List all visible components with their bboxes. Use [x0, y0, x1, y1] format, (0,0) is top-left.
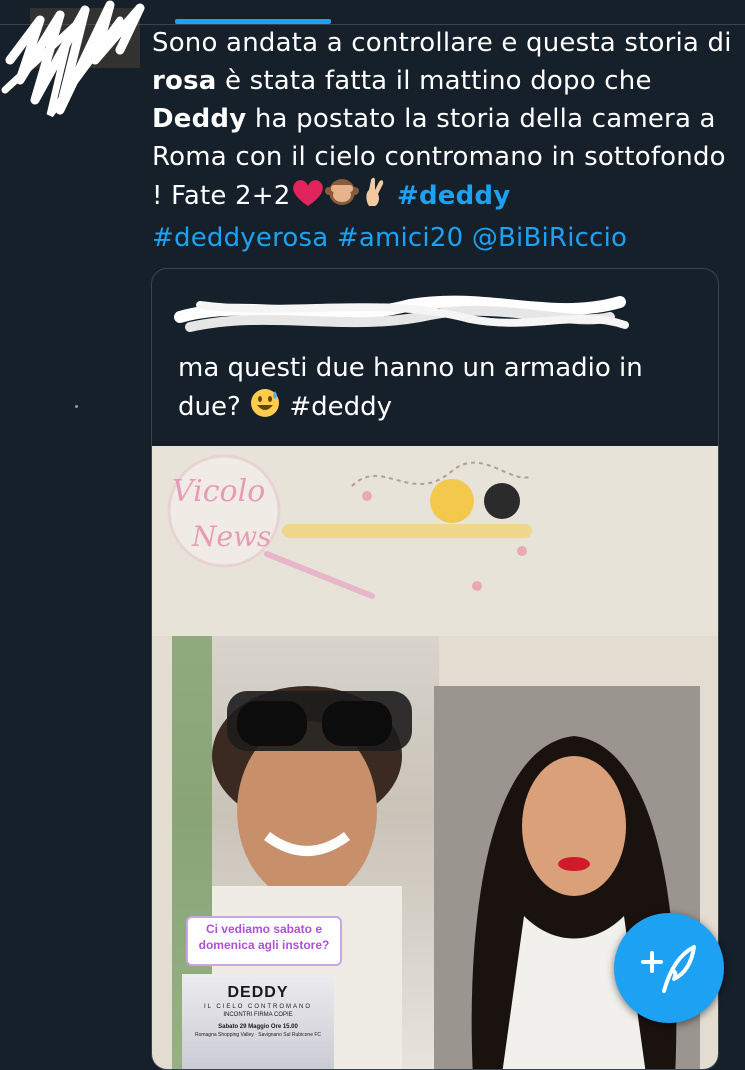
event-poster: DEDDY IL CIELO CONTROMANO INCONTRI FIRMA…: [182, 974, 334, 1069]
tweet-body: Sono andata a controllare e questa stori…: [152, 24, 732, 257]
quoted-hashtag: #deddy: [289, 392, 392, 422]
quoted-text: ma questi due hanno un armadio in due?: [178, 353, 643, 422]
story-question-sticker: Ci vediamo sabato e domenica agli instor…: [186, 916, 342, 966]
red-heart-icon: [291, 178, 325, 219]
compose-tweet-icon: [641, 945, 696, 993]
scribbled-avatar: [1, 0, 145, 118]
hashtag-deddy[interactable]: #deddy: [397, 181, 510, 211]
poster-date: Sabato 29 Maggio Ore 15.00: [218, 1024, 298, 1030]
timeline-dot: [75, 405, 78, 408]
redacted-author-header: [174, 295, 629, 332]
hashtag-deddyerosa[interactable]: #deddyerosa: [152, 223, 328, 253]
watermark-graphic: Vicolo News: [167, 454, 533, 599]
story-photo-deddy: Ci vediamo sabato e domenica agli instor…: [172, 636, 439, 1069]
tweet-text-part: è stata fatta il mattino dopo che: [216, 66, 652, 96]
crossed-fingers-icon: [359, 176, 389, 219]
watermark-text: Vicolo: [172, 474, 265, 509]
poster-place: Romagna Shopping Valley · Savignano Sul …: [194, 1032, 322, 1038]
tweet-bold-rosa: rosa: [152, 66, 217, 96]
poster-line: INCONTRI FIRMA COPIE: [223, 1012, 293, 1018]
tweet-bold-deddy: Deddy: [152, 104, 247, 134]
see-no-evil-monkey-icon: [324, 176, 359, 219]
poster-title: DEDDY: [227, 984, 289, 1001]
mention-bibiriccio[interactable]: @BiBiRiccio: [472, 223, 627, 253]
tweet-text-part: Sono andata a controllare e questa stori…: [152, 28, 732, 58]
poster-subtitle: IL CIELO CONTROMANO: [203, 1004, 313, 1010]
grinning-sweat-icon: [249, 387, 281, 430]
svg-text:News: News: [191, 520, 271, 553]
quoted-tweet-text: ma questi due hanno un armadio in due? #…: [178, 349, 698, 430]
hashtag-amici20[interactable]: #amici20: [337, 223, 463, 253]
compose-tweet-button[interactable]: [614, 913, 724, 1023]
